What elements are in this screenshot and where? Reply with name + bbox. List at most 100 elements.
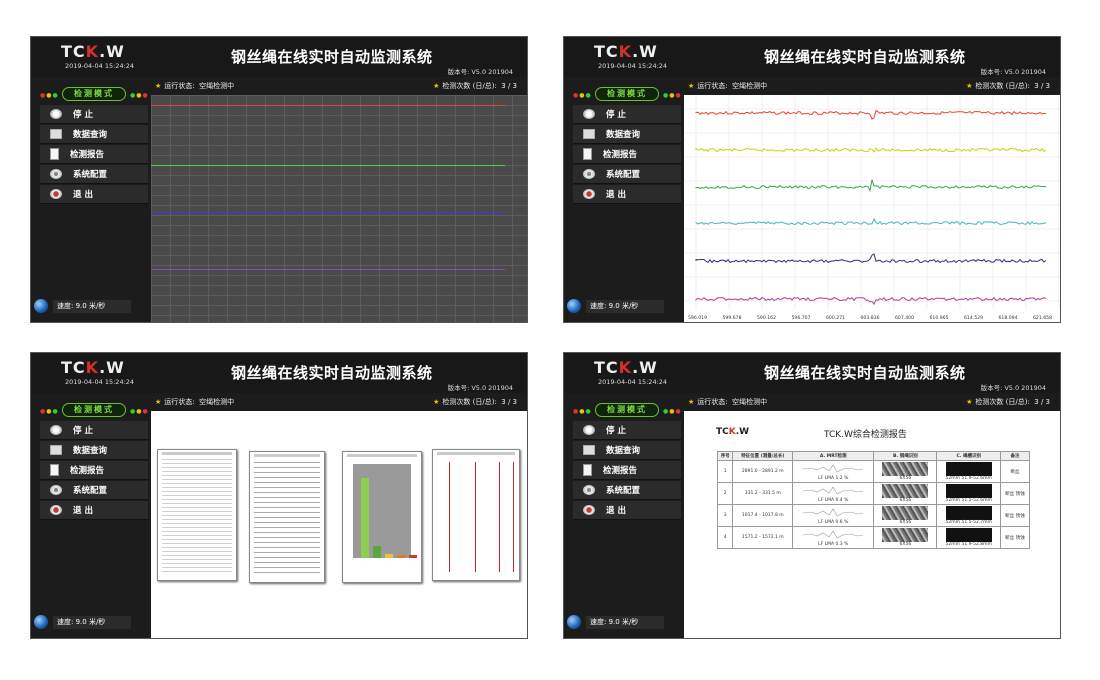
lma-value: 0.3 % [835,542,849,547]
doc-header [162,452,232,455]
menu-item-exit[interactable]: 退 出 [40,501,148,520]
lma-label: LMA [824,542,835,547]
mini-waveform [803,530,864,539]
datetime-label: 2019-04-04 15:24:24 [598,62,668,70]
brand-logo: TCK.W [594,42,658,61]
table-cell: 1 [716,460,734,483]
clipboard-icon [583,148,592,160]
chart-bar [373,546,381,558]
x-tick-label: 614.529 [964,315,983,321]
menu-item-config[interactable]: 系统配置 [40,481,148,500]
detect-count: ★ 检测次数 (日/总): 3 / 3 [433,81,517,91]
rope-spec: 6X56 [899,520,912,525]
table-row[interactable]: 3 1017.4 - 1017.8 m LF LMA 0.6 % 6X56 52mm 5… [716,504,1030,527]
menu-label: 系统配置 [606,486,641,496]
status-bar: ★ 运行状态: 空绳检测中 ★ 检测次数 (日/总): 3 / 3 [684,79,1060,93]
report-thumbnail-1[interactable] [157,449,237,581]
trace-line [475,462,476,572]
waveform-channel-4 [695,217,1047,226]
star-icon: ★ [155,82,162,90]
report-thumbnail-2[interactable] [249,451,325,583]
speed-label: 速度: 9.0 米/秒 [586,300,664,313]
report-title: TCK.W综合检测报告 [824,430,907,440]
menu-item-exit[interactable]: 退 出 [40,185,148,204]
report-thumbnail-4[interactable] [432,449,520,581]
x-tick-label: 610.965 [930,315,949,321]
table-cell: LF LMA 0.3 % [792,526,875,549]
speed-indicator: 速度: 9.0 米/秒 [564,614,669,630]
menu-item-config[interactable]: 系统配置 [40,165,148,184]
menu-item-data-query[interactable]: 数据查询 [40,125,148,144]
menu-item-stop[interactable]: 停 止 [40,105,148,124]
menu-item-exit[interactable]: 退 出 [573,501,681,520]
speed-indicator: 速度: 9.0 米/秒 [31,614,136,630]
waveform-channel-2 [695,147,1047,153]
menu-item-report[interactable]: 检测报告 [573,461,681,480]
gear-icon [583,169,595,179]
doc-header [437,452,515,455]
datetime-label: 2019-04-04 15:24:24 [65,378,135,386]
groove-image [945,462,992,476]
speed-indicator: 速度: 9.0 米/秒 [564,298,669,314]
menu-item-config[interactable]: 系统配置 [573,165,681,184]
version-label: 版本号: V5.0 201904 [447,68,513,76]
table-cell: 2 [716,482,734,505]
side-menu: 停 止 数据查询 检测报告 系统配置 退 出 [573,105,681,205]
menu-label: 系统配置 [606,170,641,180]
menu-label: 停 止 [73,110,93,120]
table-cell: 3 [716,504,734,527]
menu-label: 系统配置 [73,170,108,180]
menu-item-report[interactable]: 检测报告 [573,145,681,164]
table-row[interactable]: 1 2891.0 - 2891.2 m LF LMA 1.2 % 6X56 52mm 5… [716,460,1030,483]
star-icon: ★ [688,82,695,90]
mail-icon [50,445,62,455]
table-cell: 断丝 [1000,460,1030,483]
status-value: 空绳检测中 [732,398,768,406]
table-row[interactable]: 4 1571.2 - 1572.1 m LF LMA 0.3 % 6X56 52mm 5… [716,526,1030,549]
gear-icon [50,485,62,495]
mode-button[interactable]: 检测模式 [595,403,659,417]
detect-count: ★ 检测次数 (日/总): 3 / 3 [966,81,1050,91]
trace-line [499,462,500,572]
mode-button[interactable]: 检测模式 [595,87,659,101]
menu-item-data-query[interactable]: 数据查询 [40,441,148,460]
menu-label: 停 止 [73,426,93,436]
menu-item-stop[interactable]: 停 止 [40,421,148,440]
mode-button[interactable]: 检测模式 [62,87,126,101]
count-value: 3 / 3 [1034,398,1050,406]
mail-icon [583,445,595,455]
speed-label: 速度: 9.0 米/秒 [53,300,131,313]
globe-icon [34,615,48,629]
menu-item-exit[interactable]: 退 出 [573,185,681,204]
mode-button[interactable]: 检测模式 [62,403,126,417]
report-thumbnail-3[interactable] [342,451,422,583]
menu-item-stop[interactable]: 停 止 [573,421,681,440]
menu-item-stop[interactable]: 停 止 [573,105,681,124]
app-title: 钢丝绳在线实时自动监测系统 [764,48,966,66]
trace-line [449,462,450,572]
nominal-size: 52mm [945,520,961,525]
lf-label: LF [818,542,824,547]
menu-item-data-query[interactable]: 数据查询 [573,125,681,144]
speed-label: 速度: 9.0 米/秒 [53,616,131,629]
run-status: ★ 运行状态: 空绳检测中 [155,81,234,91]
menu-item-data-query[interactable]: 数据查询 [573,441,681,460]
table-row[interactable]: 2 331.2 - 331.5 m LF LMA 0.4 % 6X56 52mm 51.… [716,482,1030,505]
menu-item-report[interactable]: 检测报告 [40,145,148,164]
groove-image [945,528,992,542]
stop-icon [50,109,62,119]
nominal-size: 52mm [945,498,961,503]
doc-table [254,458,320,576]
menu-item-report[interactable]: 检测报告 [40,461,148,480]
lma-value: 0.6 % [835,520,849,525]
menu-item-config[interactable]: 系统配置 [573,481,681,500]
table-cell: LF LMA 1.2 % [792,460,875,483]
status-bar: ★ 运行状态: 空绳检测中 ★ 检测次数 (日/总): 3 / 3 [684,395,1060,409]
report-logo: TCK.W [716,427,750,437]
rope-image [882,528,929,542]
status-bar: ★ 运行状态: 空绳检测中 ★ 检测次数 (日/总): 3 / 3 [151,79,527,93]
status-bar: ★ 运行状态: 空绳检测中 ★ 检测次数 (日/总): 3 / 3 [151,395,527,409]
table-cell: 52mm 51.5-52.6mm [936,482,1002,505]
app-title: 钢丝绳在线实时自动监测系统 [231,364,433,382]
table-cell: LF LMA 0.6 % [792,504,875,527]
